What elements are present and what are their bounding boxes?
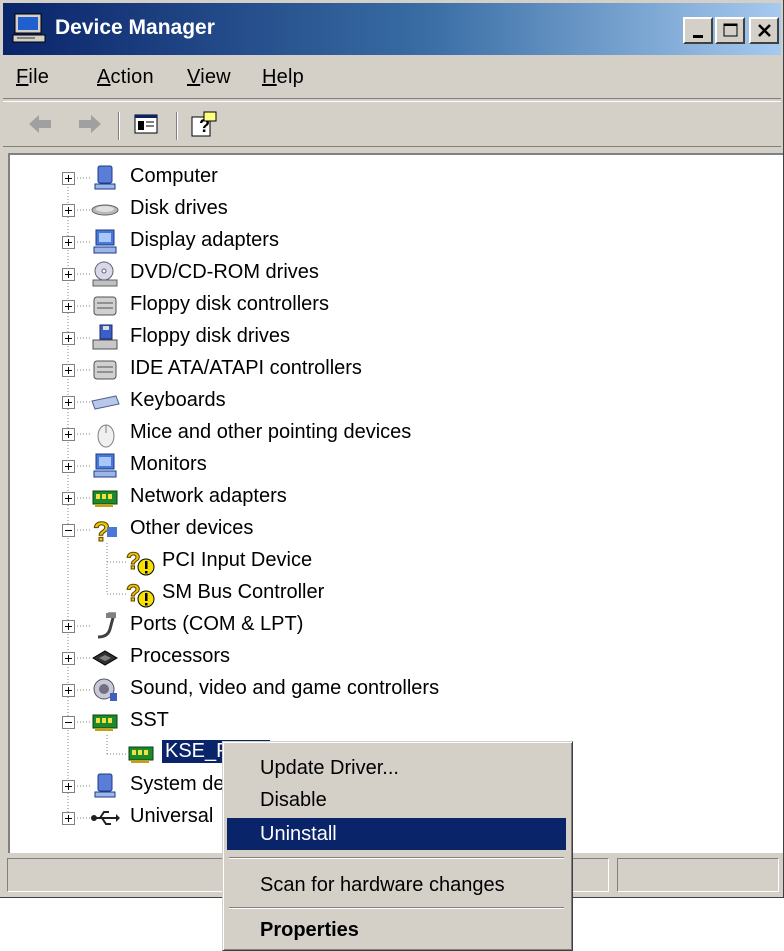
- usb-icon: [91, 811, 120, 825]
- menu-file[interactable]: File: [16, 66, 49, 89]
- warning-device-icon: ?: [126, 548, 155, 576]
- maximize-button[interactable]: [715, 17, 745, 44]
- tree-item-system-devices[interactable]: System de: [130, 773, 224, 796]
- expand-toggle[interactable]: [62, 204, 75, 217]
- tree-item-sound[interactable]: Sound, video and game controllers: [130, 677, 439, 700]
- ctx-separator: [229, 907, 564, 909]
- tree-item-universal[interactable]: Universal: [130, 805, 213, 828]
- ctx-disable[interactable]: Disable: [227, 784, 566, 816]
- mouse-icon: [97, 424, 115, 448]
- menu-help[interactable]: Help: [262, 66, 304, 89]
- tree-item-sst[interactable]: SST: [130, 709, 169, 732]
- properties-view-icon[interactable]: [131, 109, 161, 144]
- window-title: Device Manager: [55, 16, 215, 39]
- maximize-icon: [723, 23, 738, 37]
- collapse-toggle[interactable]: [62, 716, 75, 729]
- toolbar-separator: [118, 112, 120, 140]
- tree-item-floppy-controllers[interactable]: Floppy disk controllers: [130, 293, 329, 316]
- menu-bar: File Action View Help: [3, 57, 781, 99]
- close-icon: [758, 24, 771, 37]
- expand-toggle[interactable]: [62, 652, 75, 665]
- expand-toggle[interactable]: [62, 492, 75, 505]
- cdrom-icon: [92, 261, 118, 287]
- tree-item-processors[interactable]: Processors: [130, 645, 230, 668]
- sound-icon: [93, 678, 117, 701]
- floppy-drive-icon: [92, 324, 118, 350]
- expand-toggle[interactable]: [62, 172, 75, 185]
- tree-item-other-devices[interactable]: Other devices: [130, 517, 253, 540]
- status-cell-secondary: [617, 858, 779, 892]
- close-button[interactable]: [749, 17, 779, 44]
- keyboard-icon: [91, 395, 120, 410]
- expand-toggle[interactable]: [62, 236, 75, 249]
- expand-toggle[interactable]: [62, 812, 75, 825]
- expand-toggle[interactable]: [62, 364, 75, 377]
- expand-toggle[interactable]: [62, 300, 75, 313]
- network-card-icon: [128, 746, 154, 763]
- toolbar-separator: [176, 112, 178, 140]
- tree-item-mice[interactable]: Mice and other pointing devices: [130, 421, 411, 444]
- display-adapter-icon: [93, 229, 117, 254]
- tree-item-floppy-drives[interactable]: Floppy disk drives: [130, 325, 290, 348]
- tree-item-dvd-cdrom[interactable]: DVD/CD-ROM drives: [130, 261, 319, 284]
- ctx-uninstall[interactable]: Uninstall: [227, 818, 566, 850]
- tree-item-keyboards[interactable]: Keyboards: [130, 389, 226, 412]
- tree-item-ide[interactable]: IDE ATA/ATAPI controllers: [130, 357, 362, 380]
- svg-text:?: ?: [126, 580, 141, 607]
- tree-item-display-adapters[interactable]: Display adapters: [130, 229, 279, 252]
- menu-action[interactable]: Action: [97, 66, 154, 89]
- ctx-separator: [229, 857, 564, 859]
- ctx-properties[interactable]: Properties: [227, 914, 566, 946]
- controller-icon: [93, 360, 117, 380]
- ctx-scan-hardware[interactable]: Scan for hardware changes: [227, 869, 566, 901]
- minimize-icon: [693, 35, 703, 38]
- expand-toggle[interactable]: [62, 428, 75, 441]
- monitor-icon: [93, 453, 117, 478]
- processor-icon: [92, 650, 118, 666]
- port-icon: [97, 612, 116, 639]
- network-card-icon: [92, 490, 118, 507]
- network-card-icon: [92, 714, 118, 731]
- collapse-toggle[interactable]: [62, 524, 75, 537]
- computer-icon: [11, 12, 47, 51]
- forward-arrow-icon[interactable]: [75, 109, 105, 144]
- context-menu: Update Driver... Disable Uninstall Scan …: [222, 741, 573, 951]
- toolbar: ?: [3, 101, 781, 147]
- warning-device-icon: ?: [126, 580, 155, 608]
- unknown-device-icon: ?: [93, 516, 117, 545]
- tree-item-monitors[interactable]: Monitors: [130, 453, 207, 476]
- back-arrow-icon[interactable]: [25, 109, 55, 144]
- expand-toggle[interactable]: [62, 780, 75, 793]
- tree-item-pci-input-device[interactable]: PCI Input Device: [162, 549, 312, 572]
- title-bar[interactable]: Device Manager: [3, 3, 781, 55]
- tree-item-disk-drives[interactable]: Disk drives: [130, 197, 228, 220]
- expand-toggle[interactable]: [62, 396, 75, 409]
- tree-item-computer[interactable]: Computer: [130, 165, 218, 188]
- tree-item-sm-bus-controller[interactable]: SM Bus Controller: [162, 581, 324, 604]
- tree-item-ports[interactable]: Ports (COM & LPT): [130, 613, 303, 636]
- svg-text:?: ?: [126, 548, 141, 575]
- disk-drive-icon: [91, 204, 119, 216]
- menu-view[interactable]: View: [187, 66, 231, 89]
- system-device-icon: [94, 773, 116, 798]
- ctx-update-driver[interactable]: Update Driver...: [227, 752, 566, 784]
- expand-toggle[interactable]: [62, 268, 75, 281]
- expand-toggle[interactable]: [62, 460, 75, 473]
- controller-icon: [93, 296, 117, 316]
- tree-item-network-adapters[interactable]: Network adapters: [130, 485, 287, 508]
- expand-toggle[interactable]: [62, 332, 75, 345]
- minimize-button[interactable]: [683, 17, 713, 44]
- expand-toggle[interactable]: [62, 684, 75, 697]
- computer-icon: [94, 165, 116, 190]
- expand-toggle[interactable]: [62, 620, 75, 633]
- help-icon[interactable]: ?: [189, 109, 219, 144]
